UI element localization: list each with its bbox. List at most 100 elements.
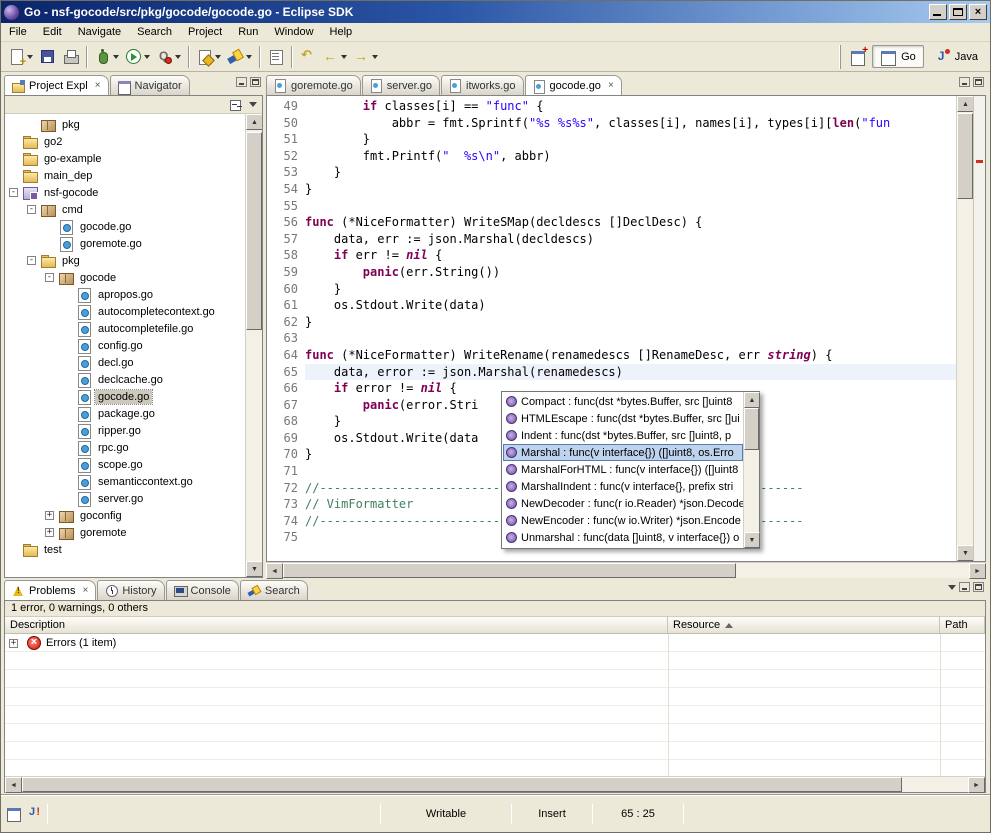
popup-scroll-track[interactable] [744, 408, 759, 532]
back-button[interactable] [319, 45, 350, 69]
new-go-element-button[interactable] [193, 45, 224, 69]
maximize-view-icon[interactable] [250, 77, 261, 87]
tab-server-go[interactable]: server.go [362, 75, 440, 95]
code-line-53[interactable]: } [305, 164, 956, 181]
code-line-63[interactable] [305, 330, 956, 347]
title-bar[interactable]: Go - nsf-gocode/src/pkg/gocode/gocode.go… [1, 1, 990, 23]
menu-project[interactable]: Project [180, 23, 230, 42]
completion-item-newdecoder[interactable]: NewDecoder : func(r io.Reader) *json.Dec… [503, 495, 743, 512]
forward-button[interactable] [350, 45, 381, 69]
run-button[interactable] [122, 45, 153, 69]
close-button[interactable]: × [969, 4, 987, 20]
completion-item-marshal[interactable]: Marshal : func(v interface{}) ([]uint8, … [503, 444, 743, 461]
collapse-icon[interactable]: - [45, 273, 54, 282]
code-line-54[interactable]: } [305, 181, 956, 198]
maximize-editor-icon[interactable] [973, 77, 984, 87]
open-task-button[interactable] [264, 45, 287, 69]
menu-navigate[interactable]: Navigate [70, 23, 129, 42]
last-edit-location-button[interactable] [296, 45, 319, 69]
menu-file[interactable]: File [1, 23, 35, 42]
scroll-right-icon[interactable]: ► [968, 777, 985, 793]
completion-item-compact[interactable]: Compact : func(dst *bytes.Buffer, src []… [503, 393, 743, 410]
code-line-64[interactable]: func (*NiceFormatter) WriteRename(rename… [305, 347, 956, 364]
code-line-56[interactable]: func (*NiceFormatter) WriteSMap(decldesc… [305, 214, 956, 231]
collapse-all-icon[interactable] [230, 99, 243, 111]
scroll-left-icon[interactable]: ◄ [5, 777, 22, 793]
expand-icon[interactable]: + [45, 511, 54, 520]
menu-window[interactable]: Window [266, 23, 321, 42]
completion-item-marshalindent[interactable]: MarshalIndent : func(v interface{}, pref… [503, 478, 743, 495]
tree-item-go-example[interactable]: go-example [5, 150, 245, 167]
tree-item-scope-go[interactable]: scope.go [5, 456, 245, 473]
tree-item-goconfig[interactable]: +goconfig [5, 507, 245, 524]
scroll-down-icon[interactable]: ▼ [957, 545, 974, 561]
error-marker[interactable] [976, 160, 983, 163]
dropdown-arrow-icon[interactable] [27, 55, 33, 59]
tree-item-decl-go[interactable]: decl.go [5, 354, 245, 371]
code-line-58[interactable]: if err != nil { [305, 247, 956, 264]
tree-item-autocompletecontext-go[interactable]: autocompletecontext.go [5, 303, 245, 320]
tab-navigator[interactable]: Navigator [110, 75, 190, 95]
minimize-editor-icon[interactable] [959, 77, 970, 87]
completion-item-indent[interactable]: Indent : func(dst *bytes.Buffer, src []u… [503, 427, 743, 444]
tree-item-rpc-go[interactable]: rpc.go [5, 439, 245, 456]
scroll-up-icon[interactable]: ▲ [957, 96, 974, 112]
scroll-down-icon[interactable]: ▼ [246, 561, 262, 577]
editor-vscrollbar[interactable]: ▲ ▼ [956, 96, 973, 561]
code-line-52[interactable]: fmt.Printf(" %s\n", abbr) [305, 148, 956, 165]
view-menu-icon[interactable] [948, 585, 956, 590]
dropdown-arrow-icon[interactable] [246, 55, 252, 59]
dropdown-arrow-icon[interactable] [341, 55, 347, 59]
perspective-java[interactable]: Java [926, 45, 986, 68]
tree-item-autocompletefile-go[interactable]: autocompletefile.go [5, 320, 245, 337]
new-wizard-button[interactable] [5, 45, 36, 69]
tree-item-ripper-go[interactable]: ripper.go [5, 422, 245, 439]
completion-item-htmlescape[interactable]: HTMLEscape : func(dst *bytes.Buffer, src… [503, 410, 743, 427]
menu-edit[interactable]: Edit [35, 23, 70, 42]
tab-search[interactable]: Search [240, 580, 308, 600]
java-status-icon[interactable] [26, 806, 42, 821]
scroll-right-icon[interactable]: ► [969, 563, 986, 579]
save-button[interactable] [36, 45, 59, 69]
open-perspective-button[interactable] [847, 45, 870, 69]
problems-hscroll-thumb[interactable] [22, 777, 902, 792]
menu-run[interactable]: Run [230, 23, 266, 42]
code-line-50[interactable]: abbr = fmt.Sprintf("%s %s%s", classes[i]… [305, 115, 956, 132]
tree-scrollbar[interactable]: ▲ ▼ [245, 114, 262, 577]
tree-item-goremote[interactable]: +goremote [5, 524, 245, 541]
tree-item-pkg[interactable]: pkg [5, 116, 245, 133]
popup-scrollbar[interactable]: ▲ ▼ [743, 392, 759, 548]
dropdown-arrow-icon[interactable] [372, 55, 378, 59]
popup-scroll-thumb[interactable] [744, 408, 759, 450]
code-line-65[interactable]: data, error := json.Marshal(renamedescs) [305, 364, 956, 381]
tree-item-declcache-go[interactable]: declcache.go [5, 371, 245, 388]
tree-scroll-track[interactable] [246, 130, 262, 561]
tree-item-test[interactable]: test [5, 541, 245, 558]
tab-console[interactable]: Console [166, 580, 239, 600]
close-icon[interactable]: × [95, 81, 101, 91]
editor-vscroll-thumb[interactable] [957, 113, 973, 199]
tree-item-goremote-go[interactable]: goremote.go [5, 235, 245, 252]
expand-icon[interactable]: + [9, 639, 18, 648]
code-line-51[interactable]: } [305, 131, 956, 148]
problems-hscrollbar[interactable]: ◄ ► [5, 776, 985, 792]
tree-item-nsf-gocode[interactable]: -nsf-gocode [5, 184, 245, 201]
collapse-icon[interactable]: - [27, 256, 36, 265]
column-header-resource[interactable]: Resource [668, 617, 940, 633]
view-menu-icon[interactable] [249, 102, 257, 107]
code-line-59[interactable]: panic(err.String()) [305, 264, 956, 281]
scroll-up-icon[interactable]: ▲ [246, 114, 262, 130]
editor-hscroll-track[interactable] [283, 563, 969, 578]
editor-hscrollbar[interactable]: ◄ ► [266, 562, 986, 578]
minimize-button[interactable] [929, 4, 947, 20]
print-button[interactable] [59, 45, 82, 69]
code-line-61[interactable]: os.Stdout.Write(data) [305, 297, 956, 314]
dropdown-arrow-icon[interactable] [113, 55, 119, 59]
tree-item-config-go[interactable]: config.go [5, 337, 245, 354]
completion-item-newencoder[interactable]: NewEncoder : func(w io.Writer) *json.Enc… [503, 512, 743, 529]
tree-item-go2[interactable]: go2 [5, 133, 245, 150]
tree-item-apropos-go[interactable]: apropos.go [5, 286, 245, 303]
scroll-down-icon[interactable]: ▼ [744, 532, 760, 548]
dropdown-arrow-icon[interactable] [144, 55, 150, 59]
editor-hscroll-thumb[interactable] [283, 563, 736, 578]
